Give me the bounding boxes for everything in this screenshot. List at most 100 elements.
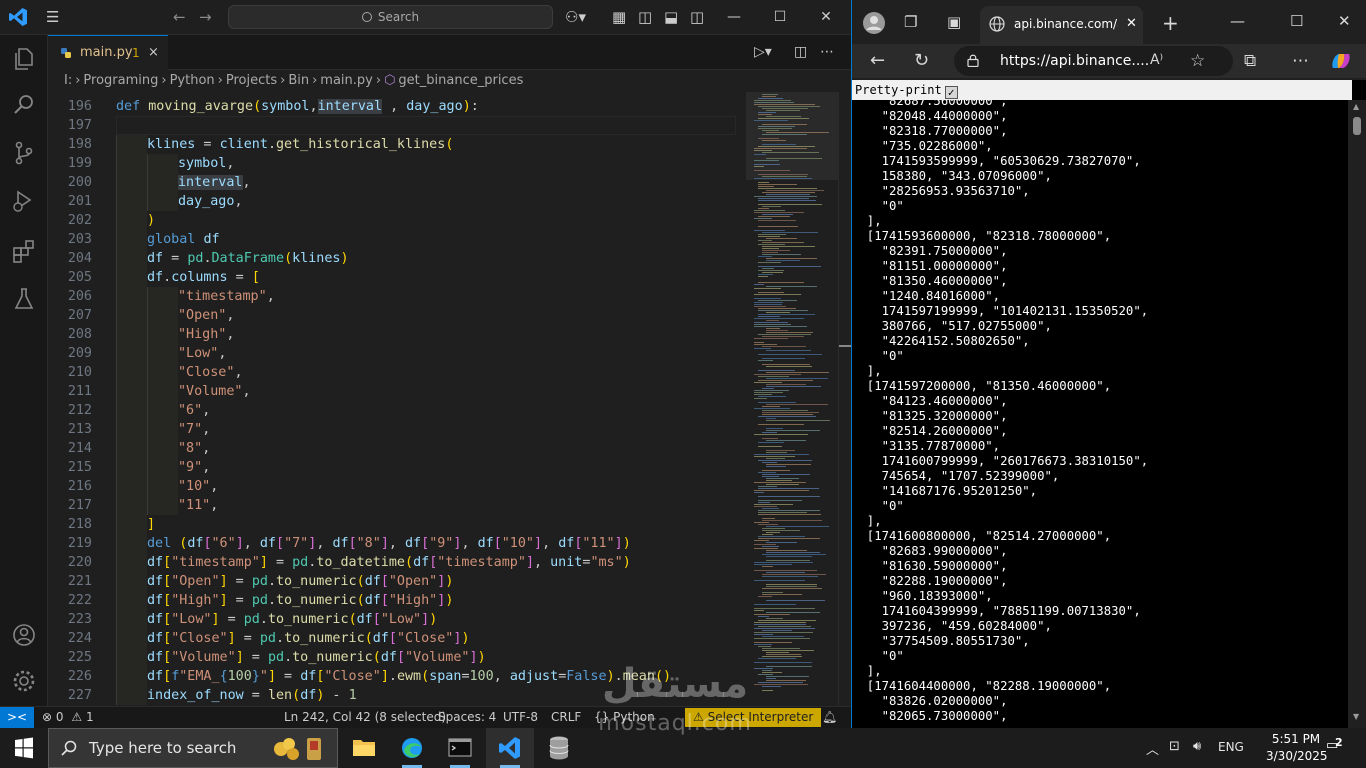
- taskbar-database-app[interactable]: [535, 728, 583, 768]
- command-center-search[interactable]: Search: [228, 5, 553, 29]
- source-control-icon[interactable]: [10, 139, 38, 167]
- accounts-icon[interactable]: [10, 621, 38, 649]
- new-tab-icon[interactable]: +: [1162, 11, 1179, 35]
- breadcrumb-item[interactable]: get_binance_prices: [398, 73, 523, 88]
- line-number: 212: [67, 403, 92, 418]
- toggle-sidebar-icon[interactable]: ◫: [638, 8, 652, 26]
- profile-avatar-icon[interactable]: [862, 11, 886, 35]
- minimap-line: [754, 100, 791, 101]
- taskbar-search[interactable]: Type here to search: [48, 728, 338, 768]
- edge-tab-strip: ❐ ▣ api.binance.com/ap ✕ + — ☐ ✕: [852, 0, 1366, 44]
- minimap-line: [754, 522, 769, 523]
- select-interpreter-button[interactable]: ⚠ Select Interpreter: [685, 708, 822, 727]
- minimize-button[interactable]: —: [711, 0, 757, 35]
- minimap-line: [754, 564, 792, 565]
- back-arrow-icon[interactable]: ←: [173, 8, 186, 26]
- editor-scrollbar[interactable]: [838, 92, 851, 706]
- code-token: ]: [421, 612, 430, 627]
- minimap-line: [758, 270, 784, 271]
- run-python-icon[interactable]: ▷▾: [754, 44, 772, 60]
- split-editor-icon[interactable]: ◫: [794, 44, 807, 60]
- notifications-bell-icon[interactable]: 🔔︎: [822, 707, 837, 728]
- problems-indicator[interactable]: ⊗ 0 ⚠ 1: [42, 707, 94, 728]
- breadcrumb-item[interactable]: Python: [170, 73, 215, 88]
- extensions-icon[interactable]: ⧉: [1244, 51, 1256, 71]
- refresh-icon[interactable]: ↻: [914, 50, 929, 71]
- windows-start-icon[interactable]: [0, 728, 48, 768]
- close-button[interactable]: ✕: [1338, 12, 1351, 30]
- scrollbar-thumb[interactable]: [1353, 117, 1361, 135]
- breadcrumb-item[interactable]: I:: [64, 73, 72, 88]
- volume-icon[interactable]: 🔊︎: [1193, 739, 1201, 754]
- copilot-icon[interactable]: [1330, 51, 1352, 71]
- taskbar-terminal[interactable]: [436, 728, 484, 768]
- tab-main-py[interactable]: main.py 1 ×: [48, 35, 168, 70]
- scroll-up-icon[interactable]: ▲: [1353, 102, 1359, 111]
- page-content[interactable]: "82687.56000000", "82048.44000000", "823…: [852, 80, 1366, 728]
- taskbar-vscode[interactable]: [486, 728, 534, 768]
- close-button[interactable]: ✕: [803, 0, 849, 35]
- minimap-line: [762, 518, 775, 519]
- taskbar-file-explorer[interactable]: [340, 728, 388, 768]
- code-token: mean: [622, 669, 655, 684]
- code-token: (: [364, 631, 373, 646]
- breadcrumb-item[interactable]: main.py: [320, 73, 373, 88]
- indentation[interactable]: Spaces: 4: [438, 707, 496, 728]
- minimap[interactable]: [746, 92, 838, 706]
- read-aloud-icon[interactable]: A⁾: [1150, 52, 1163, 68]
- show-hidden-icons-icon[interactable]: ︿: [1146, 739, 1159, 758]
- minimap-line: [766, 480, 792, 481]
- explorer-icon[interactable]: [10, 45, 38, 73]
- tab-close-icon[interactable]: ✕: [1126, 6, 1137, 42]
- tab-close-icon[interactable]: ×: [148, 36, 159, 70]
- more-actions-icon[interactable]: ⋯: [820, 44, 834, 60]
- minimap-line: [766, 132, 829, 133]
- back-arrow-icon[interactable]: ←: [870, 50, 885, 71]
- remote-indicator[interactable]: ><: [0, 707, 34, 729]
- maximize-button[interactable]: ☐: [757, 0, 803, 35]
- network-icon[interactable]: ⊡: [1169, 739, 1180, 754]
- input-language[interactable]: ENG: [1218, 740, 1244, 754]
- code-token: ,: [218, 346, 227, 361]
- maximize-button[interactable]: ☐: [1290, 12, 1303, 30]
- run-debug-icon[interactable]: [10, 187, 38, 215]
- minimap-line: [754, 218, 772, 219]
- minimap-line: [758, 488, 819, 489]
- browser-tab[interactable]: api.binance.com/ap ✕: [980, 6, 1143, 44]
- minimize-button[interactable]: —: [1230, 12, 1245, 30]
- extensions-icon[interactable]: [10, 237, 38, 265]
- breadcrumb-item[interactable]: Programing: [83, 73, 158, 88]
- breadcrumb-item[interactable]: Bin: [288, 73, 309, 88]
- json-line: [1741597200000, "81350.46000000",: [852, 379, 1112, 393]
- tab-actions-icon[interactable]: ▣: [947, 13, 961, 31]
- layout-icon[interactable]: ▦: [612, 8, 626, 26]
- clock[interactable]: 5:51 PM 3/30/2025: [1266, 731, 1328, 765]
- workspaces-icon[interactable]: ❐: [904, 13, 917, 31]
- code-editor[interactable]: 196 def moving_avarge(symbol,interval , d…: [48, 92, 851, 706]
- menu-icon[interactable]: ☰: [46, 8, 59, 26]
- manage-gear-icon[interactable]: [10, 667, 38, 695]
- settings-more-icon[interactable]: ⋯: [1292, 51, 1309, 71]
- taskbar-edge[interactable]: [388, 728, 436, 768]
- copilot-icon[interactable]: ⚇▾: [565, 8, 586, 26]
- minimap-line: [758, 316, 780, 317]
- line-number: 209: [67, 346, 92, 361]
- language-mode[interactable]: {} Python: [594, 707, 655, 728]
- scroll-down-icon[interactable]: ▼: [1353, 712, 1359, 721]
- encoding[interactable]: UTF-8: [503, 707, 538, 728]
- pretty-print-checkbox[interactable]: ✓: [944, 86, 958, 99]
- notification-center[interactable]: ▭ 2: [1326, 736, 1346, 758]
- toggle-panel-icon[interactable]: ⬓: [664, 8, 678, 26]
- minimap-line: [762, 546, 779, 547]
- cursor-position[interactable]: Ln 242, Col 42 (8 selected): [284, 707, 446, 728]
- breadcrumb-item[interactable]: Projects: [226, 73, 277, 88]
- testing-icon[interactable]: [10, 285, 38, 313]
- search-view-icon[interactable]: [10, 91, 38, 119]
- code-token: [: [203, 536, 212, 551]
- line-ending[interactable]: CRLF: [551, 707, 581, 728]
- favorite-star-icon[interactable]: ☆: [1190, 51, 1205, 71]
- toggle-secondary-sidebar-icon[interactable]: ◫: [690, 8, 704, 26]
- code-text: del (df["6"], df["7"], df["8"], df["9"],…: [147, 534, 631, 553]
- page-scrollbar[interactable]: ▲ ▼: [1348, 100, 1366, 728]
- forward-arrow-icon[interactable]: →: [199, 8, 212, 26]
